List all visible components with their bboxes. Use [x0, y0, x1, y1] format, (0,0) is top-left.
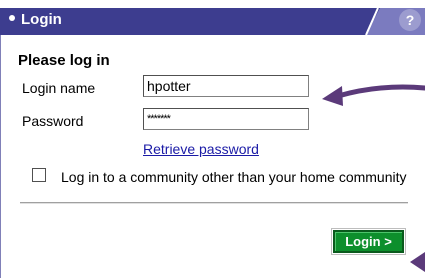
- password-label: Password: [22, 113, 84, 129]
- bullet-icon: [9, 15, 15, 22]
- retrieve-password-link[interactable]: Retrieve password: [143, 141, 259, 157]
- divider: [20, 202, 408, 204]
- community-checkbox[interactable]: [32, 168, 46, 182]
- login-button[interactable]: Login >: [333, 230, 404, 253]
- panel-title-text: Login: [21, 11, 62, 28]
- header-bar: [0, 8, 425, 35]
- panel-title: Login: [9, 10, 62, 30]
- login-name-input[interactable]: [143, 75, 309, 97]
- login-name-label: Login name: [22, 80, 96, 96]
- form-heading: Please log in: [18, 52, 110, 69]
- password-input[interactable]: [143, 108, 309, 130]
- help-icon[interactable]: ?: [399, 9, 421, 31]
- login-panel: Login ? Please log in Login name Passwor…: [0, 0, 425, 278]
- panel-header: Login ?: [0, 0, 425, 35]
- header-background: [0, 8, 425, 35]
- community-checkbox-label: Log in to a community other than your ho…: [61, 169, 407, 185]
